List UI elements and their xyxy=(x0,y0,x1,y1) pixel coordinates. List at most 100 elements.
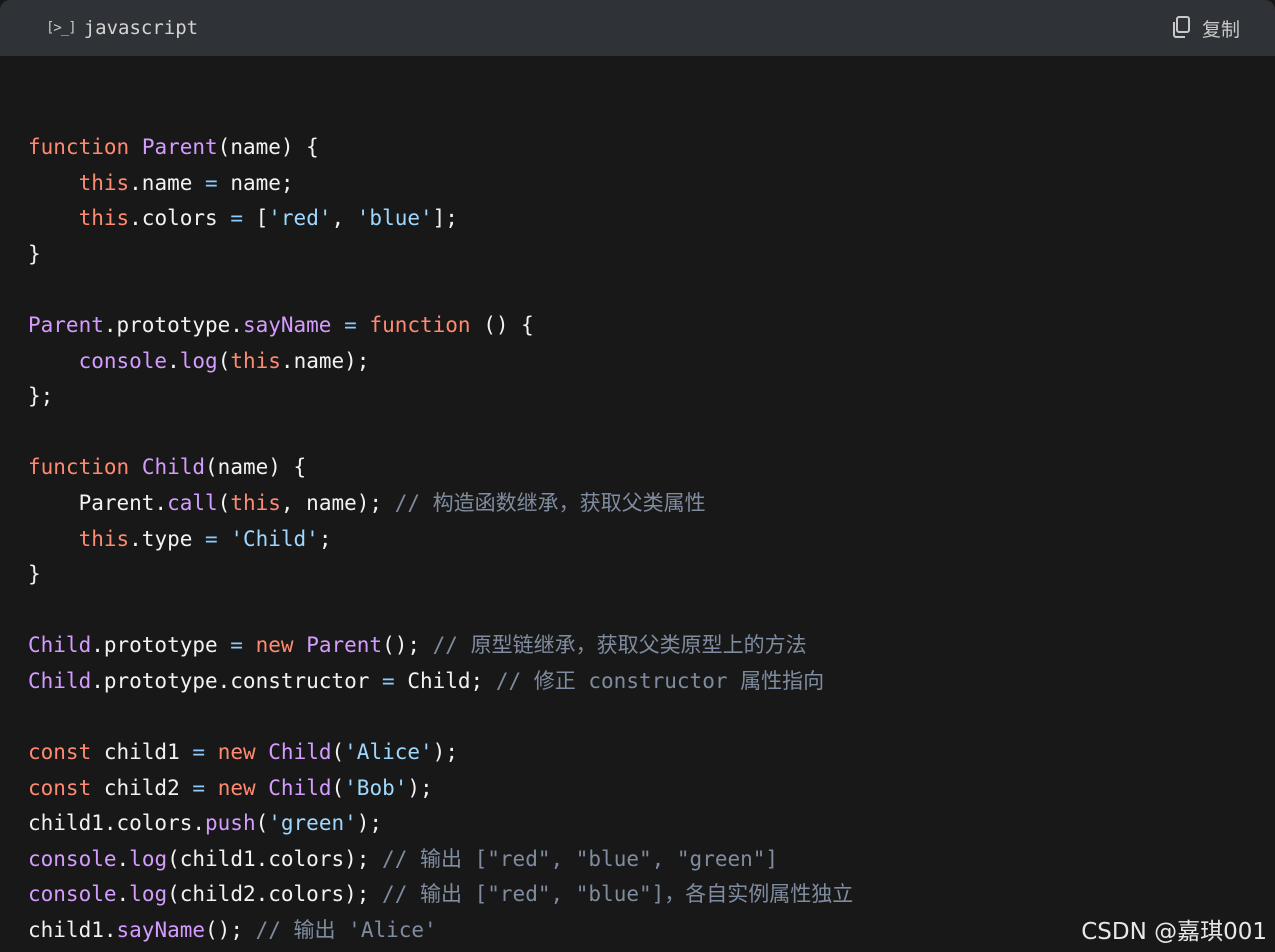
code-token: (name) { xyxy=(205,455,307,480)
code-token: log xyxy=(129,846,168,871)
code-token: child1 xyxy=(91,740,193,765)
code-token: Parent. xyxy=(28,490,168,515)
code-token: new xyxy=(217,775,256,800)
code-token: new xyxy=(255,633,294,658)
code-token: .prototype.constructor xyxy=(91,668,383,693)
code-token: = xyxy=(230,633,243,658)
code-token: (); xyxy=(382,633,433,658)
code-token: log xyxy=(179,348,218,373)
code-token: console xyxy=(28,846,117,871)
code-token: this xyxy=(230,490,281,515)
code-token: ); xyxy=(407,775,433,800)
code-line: Child.prototype = new Parent(); // 原型链继承… xyxy=(28,628,1275,664)
code-token: child2 xyxy=(91,775,193,800)
code-token: . xyxy=(116,882,130,907)
code-token: = xyxy=(344,312,357,337)
code-token: push xyxy=(205,811,256,836)
code-line: Child.prototype.constructor = Child; // … xyxy=(28,664,1275,700)
code-token: call xyxy=(167,490,218,515)
code-token: ( xyxy=(255,811,269,836)
code-token: Child xyxy=(268,740,332,765)
code-token: .name xyxy=(129,170,206,195)
code-token: this xyxy=(78,526,130,551)
code-token: name; xyxy=(217,170,294,195)
copy-button[interactable]: 复制 xyxy=(1170,15,1240,42)
code-token: this xyxy=(78,170,130,195)
code-line: const child2 = new Child('Bob'); xyxy=(28,771,1275,807)
code-comment: // 修正 constructor 属性指向 xyxy=(495,668,825,693)
code-token: . xyxy=(116,846,130,871)
code-line: } xyxy=(28,237,1275,273)
code-line: Parent.call(this, name); // 构造函数继承，获取父类属… xyxy=(28,486,1275,522)
code-token: }; xyxy=(28,384,54,409)
code-token: , name); xyxy=(280,490,395,515)
code-token: ( xyxy=(217,490,231,515)
code-token: console xyxy=(28,882,117,907)
code-token: 'Alice' xyxy=(344,740,433,765)
code-line: }; xyxy=(28,379,1275,415)
copy-icon xyxy=(1170,15,1192,41)
code-token: this xyxy=(230,348,281,373)
code-token: 'Bob' xyxy=(344,775,408,800)
code-token: Parent xyxy=(28,312,104,337)
code-comment: // 输出 'Alice' xyxy=(255,918,437,943)
watermark: CSDN @嘉琪001 xyxy=(1081,919,1267,945)
code-token: = xyxy=(382,668,395,693)
code-token: () { xyxy=(470,312,534,337)
code-token: (name) { xyxy=(217,135,319,159)
code-token: = xyxy=(205,170,218,195)
code-comment: // 输出 ["red", "blue", "green"] xyxy=(382,846,779,871)
code-content: function Parent(name) { this.name = name… xyxy=(0,56,1275,952)
code-token: 'green' xyxy=(268,811,357,836)
code-line: function Child(name) { xyxy=(28,450,1275,486)
code-line: const child1 = new Child('Alice'); xyxy=(28,735,1275,771)
code-token: Child xyxy=(141,455,206,480)
code-token: this xyxy=(78,206,130,231)
code-token: new xyxy=(217,740,256,765)
code-token: Child xyxy=(268,775,332,800)
code-token: = xyxy=(205,526,218,551)
code-line: function Parent(name) { xyxy=(28,130,1275,166)
code-token: console xyxy=(78,348,168,373)
code-token: Child xyxy=(28,633,92,658)
code-comment: // 输出 ["red", "blue"]，各自实例属性独立 xyxy=(382,882,854,907)
code-line: this.name = name; xyxy=(28,166,1275,202)
code-token: . xyxy=(167,348,180,373)
code-token: function xyxy=(28,135,130,159)
code-token: sayName xyxy=(116,918,206,943)
code-token: Parent xyxy=(306,633,383,658)
code-token: , xyxy=(331,206,357,231)
code-line: } xyxy=(28,557,1275,593)
code-token: const xyxy=(28,740,92,765)
code-token: } xyxy=(28,562,41,587)
copy-label: 复制 xyxy=(1201,18,1240,41)
code-token: = xyxy=(230,206,243,231)
code-token: Child xyxy=(28,668,92,693)
code-token: ); xyxy=(356,811,383,836)
code-token: function xyxy=(28,455,130,480)
code-block: [>_] javascript 复制 function Parent(name)… xyxy=(0,0,1275,952)
code-token: = xyxy=(192,775,206,800)
code-token: .name); xyxy=(280,348,370,373)
code-line: console.log(this.name); xyxy=(28,344,1275,380)
code-token: function xyxy=(369,312,471,337)
code-token: } xyxy=(28,241,41,266)
language-label: javascript xyxy=(83,17,199,39)
